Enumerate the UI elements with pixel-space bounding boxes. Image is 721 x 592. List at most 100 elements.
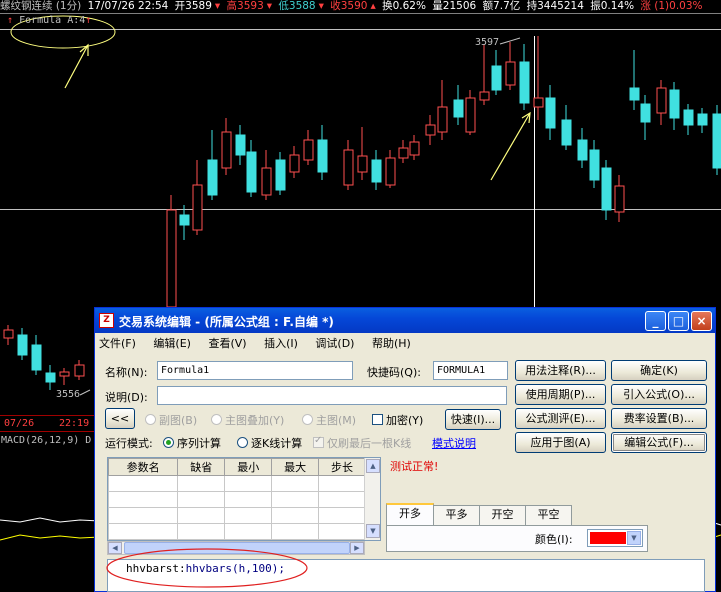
- macd-label: MACD(26,12,9) D: [1, 435, 92, 446]
- tab-open-long[interactable]: 开多: [386, 503, 434, 525]
- scroll-thumb[interactable]: [124, 542, 350, 554]
- candle-body: [207, 159, 218, 196]
- candle-body: [17, 334, 28, 356]
- candle-body: [479, 91, 490, 101]
- tab-close-long[interactable]: 平多: [433, 505, 480, 525]
- usage-period-button[interactable]: 使用周期(P)...: [515, 384, 606, 405]
- menu-insert[interactable]: 插入(I): [264, 335, 298, 351]
- radio-icon: [145, 414, 156, 425]
- description-label: 说明(D):: [105, 391, 148, 404]
- radio-icon: [163, 437, 174, 448]
- candle-body: [235, 134, 246, 156]
- col-max[interactable]: 最大: [271, 458, 320, 476]
- chevron-down-icon[interactable]: ▼: [627, 531, 641, 545]
- apply-to-chart-button[interactable]: 应用于图(A): [515, 432, 606, 453]
- formula-code-editor[interactable]: hhvbarst:hhvbars(h,100);: [107, 559, 705, 592]
- table-row[interactable]: [108, 475, 366, 492]
- candle-body: [465, 97, 476, 133]
- syntax-note-button[interactable]: 用法注释(R)...: [515, 360, 606, 381]
- label-leader-line: [79, 389, 91, 396]
- instrument-title: 螺纹钢连续 (1分): [0, 0, 82, 12]
- scroll-down-icon[interactable]: ▼: [366, 524, 380, 538]
- dialog-titlebar[interactable]: Z 交易系统编辑 - (所属公式组 : F.自编 *) _ □ ×: [95, 308, 715, 333]
- description-input[interactable]: [157, 386, 507, 405]
- scroll-left-icon[interactable]: ◀: [108, 542, 122, 554]
- candle-body: [640, 103, 651, 123]
- mode-main-radio[interactable]: 主图(M): [302, 412, 356, 428]
- name-input[interactable]: Formula1: [157, 361, 353, 380]
- formula-test-button[interactable]: 公式测评(E)...: [515, 408, 606, 429]
- menu-help[interactable]: 帮助(H): [372, 335, 411, 351]
- close-button[interactable]: ×: [691, 311, 712, 331]
- candle-body: [577, 139, 588, 161]
- table-row[interactable]: [108, 523, 366, 540]
- shortcut-input[interactable]: FORMULA1: [433, 361, 508, 380]
- collapse-button[interactable]: <<: [105, 408, 135, 429]
- up-arrow-icon: ▾: [266, 0, 273, 12]
- import-formula-button[interactable]: 引入公式(O)...: [611, 384, 707, 405]
- candle-body: [74, 364, 85, 377]
- parameter-table[interactable]: 参数名 缺省 最小 最大 步长 ▲ ▼: [107, 457, 381, 541]
- radio-icon: [302, 414, 313, 425]
- candle-body: [589, 149, 600, 181]
- dialog-title: 交易系统编辑 - (所属公式组 : F.自编 *): [119, 315, 334, 329]
- menu-file[interactable]: 文件(F): [99, 335, 136, 351]
- fee-settings-button[interactable]: 费率设置(B)...: [611, 408, 707, 429]
- menu-edit[interactable]: 编辑(E): [153, 335, 191, 351]
- col-param-name[interactable]: 参数名: [108, 458, 179, 476]
- mode-help-link[interactable]: 模式说明: [432, 435, 476, 451]
- close-price: 收3590: [330, 0, 368, 12]
- candle-body: [697, 113, 708, 126]
- candle-body: [683, 109, 694, 126]
- candle-body: [59, 371, 70, 377]
- turnover: 换0.62%: [382, 0, 426, 12]
- candle-body: [453, 99, 464, 118]
- maximize-button[interactable]: □: [668, 311, 689, 331]
- candle-body: [357, 155, 368, 173]
- menu-debug[interactable]: 调试(D): [315, 335, 354, 351]
- up-arrow-icon: ↑: [7, 15, 14, 26]
- tab-open-short[interactable]: 开空: [479, 505, 526, 525]
- col-default[interactable]: 缺省: [177, 458, 226, 476]
- candle-body: [505, 61, 516, 86]
- col-step[interactable]: 步长: [318, 458, 366, 476]
- tab-close-short[interactable]: 平空: [525, 505, 572, 525]
- test-status: 测试正常!: [390, 460, 439, 473]
- encrypt-checkbox[interactable]: 加密(Y): [372, 412, 423, 428]
- confirm-button[interactable]: 确定(K): [611, 360, 707, 381]
- menu-bar: 文件(F) 编辑(E) 查看(V) 插入(I) 调试(D) 帮助(H): [99, 335, 425, 351]
- checkbox-icon: [313, 435, 324, 448]
- scroll-right-icon[interactable]: ▶: [350, 542, 364, 554]
- datetime: 17/07/26 22:54: [87, 0, 169, 12]
- mode-overlay-radio[interactable]: 主图叠加(Y): [211, 412, 284, 428]
- candle-body: [712, 113, 721, 169]
- candle-body: [192, 184, 203, 231]
- candle-body: [614, 185, 625, 213]
- table-row[interactable]: [108, 507, 366, 524]
- candle-body: [303, 139, 314, 161]
- candle-body: [179, 214, 190, 226]
- scroll-up-icon[interactable]: ▲: [366, 459, 380, 473]
- up-arrow-icon: ▴: [370, 0, 376, 12]
- last-kline-only-checkbox[interactable]: 仅刷最后一根K线: [313, 435, 411, 451]
- color-swatch: [590, 532, 626, 544]
- run-per-kline-radio[interactable]: 逐K线计算: [237, 435, 302, 451]
- fast-button[interactable]: 快速(I)...: [445, 409, 501, 430]
- edit-formula-button[interactable]: 编辑公式(F)...: [611, 432, 707, 453]
- time-axis-label: 22:19: [59, 418, 90, 429]
- vertical-scrollbar[interactable]: ▲ ▼: [364, 458, 380, 540]
- col-min[interactable]: 最小: [224, 458, 273, 476]
- mode-sub-radio[interactable]: 副图(B): [145, 412, 197, 428]
- minimize-button[interactable]: _: [645, 311, 666, 331]
- horizontal-scrollbar[interactable]: ◀ ▶: [107, 541, 365, 555]
- candle-body: [385, 157, 396, 186]
- run-sequence-radio[interactable]: 序列计算: [163, 435, 221, 451]
- volume: 量21506: [432, 0, 477, 12]
- color-select[interactable]: ▼: [587, 529, 643, 547]
- low-price-label: 3556: [56, 389, 81, 400]
- shortcut-label: 快捷码(Q):: [367, 366, 421, 379]
- radio-icon: [211, 414, 222, 425]
- table-row[interactable]: [108, 491, 366, 508]
- app-icon: Z: [99, 313, 114, 328]
- menu-view[interactable]: 查看(V): [208, 335, 246, 351]
